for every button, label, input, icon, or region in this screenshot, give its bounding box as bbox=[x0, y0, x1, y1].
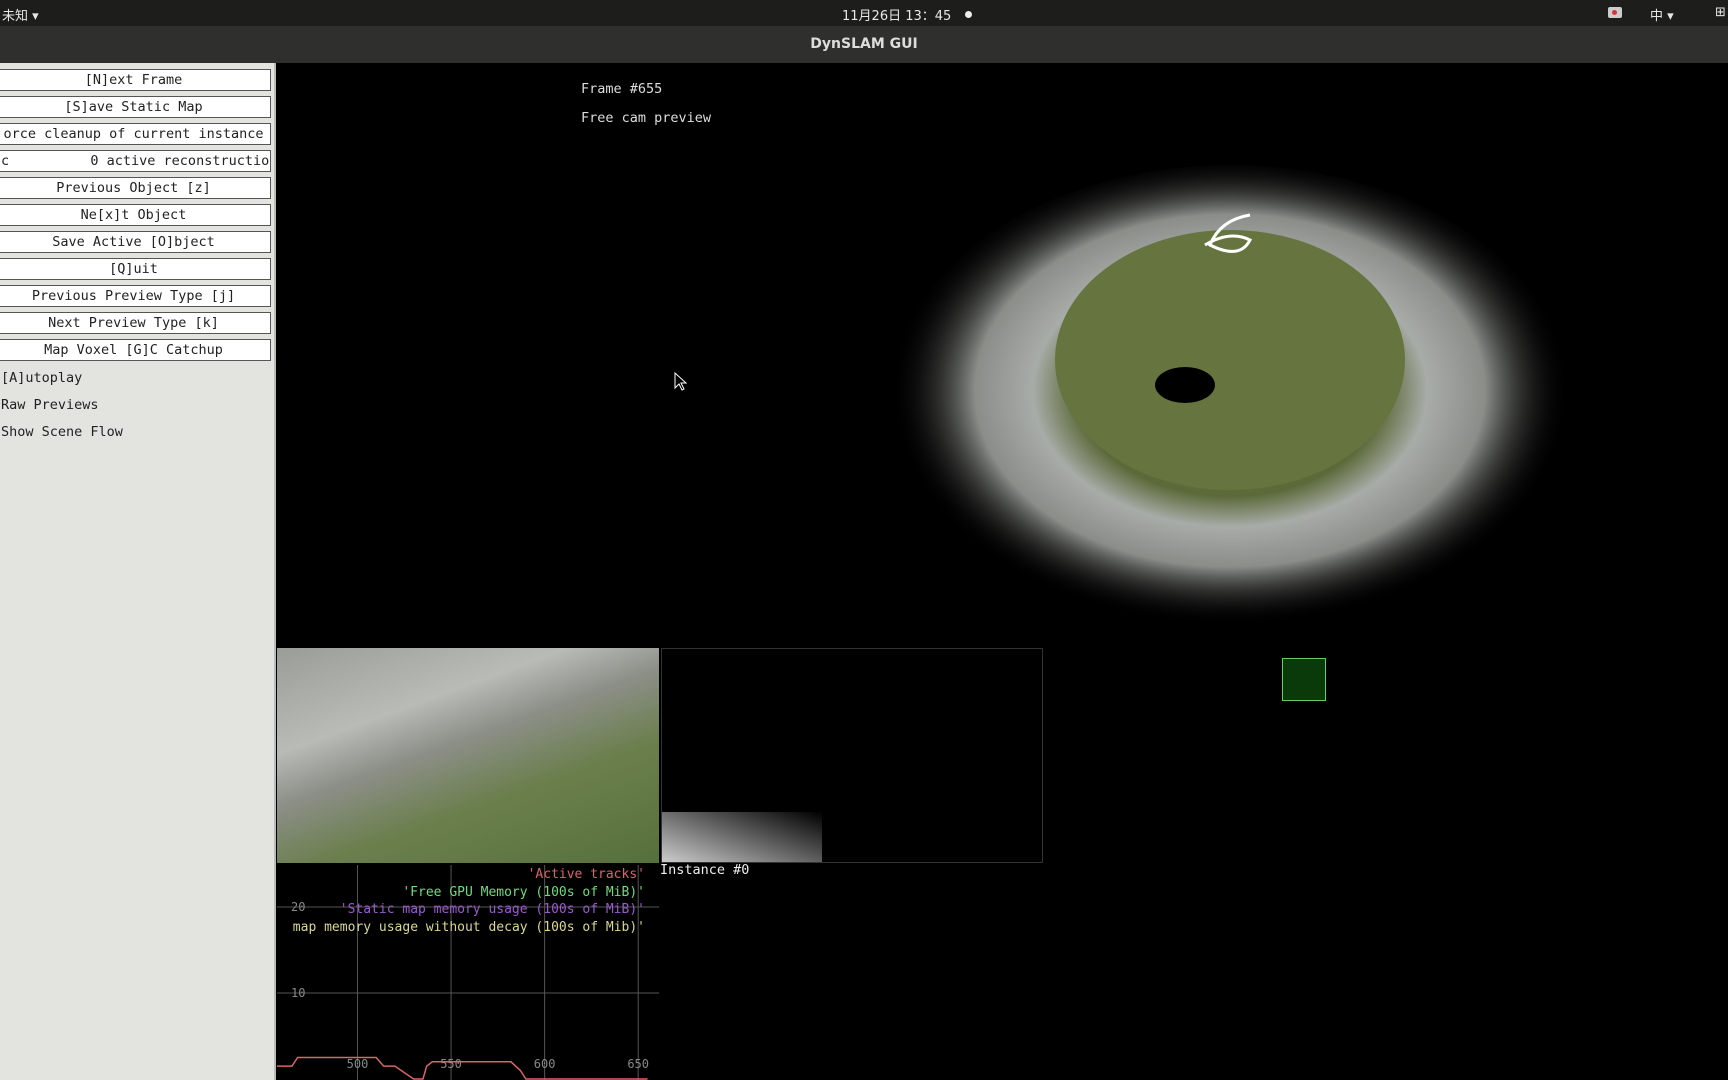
previous-object-button[interactable]: Previous Object [z] bbox=[0, 177, 271, 199]
next-frame-button[interactable]: [N]ext Frame bbox=[0, 69, 271, 91]
x-tick-label: 500 bbox=[347, 1057, 369, 1071]
y-tick-label: 10 bbox=[291, 986, 305, 1000]
previous-preview-type-button[interactable]: Previous Preview Type [j] bbox=[0, 285, 271, 307]
map-voxel-gc-button[interactable]: Map Voxel [G]C Catchup bbox=[0, 339, 271, 361]
instance-preview bbox=[1282, 658, 1326, 701]
x-tick-label: 600 bbox=[534, 1057, 556, 1071]
screen-record-icon[interactable] bbox=[1608, 7, 1622, 18]
legend-static-map: 'Static map memory usage (100s of MiB)' bbox=[339, 902, 645, 917]
mouse-cursor-icon bbox=[674, 372, 688, 391]
frame-number: Frame #655 bbox=[581, 81, 663, 97]
instance-label: Instance #0 bbox=[660, 862, 750, 878]
series-line-active-tracks bbox=[277, 1056, 648, 1080]
depth-preview bbox=[661, 648, 1043, 863]
quit-button[interactable]: [Q]uit bbox=[0, 258, 271, 280]
input-method-menu[interactable]: 中 ▾ bbox=[1650, 5, 1674, 24]
activities-menu[interactable]: 未知 ▾ bbox=[2, 5, 39, 24]
notification-dot-icon bbox=[965, 11, 973, 18]
network-icon[interactable]: ⊞ bbox=[1715, 5, 1726, 20]
legend-no-decay: map memory usage without decay (100s of … bbox=[292, 920, 645, 935]
save-active-object-button[interactable]: Save Active [O]bject bbox=[0, 231, 271, 253]
clock[interactable]: 11月26日 13：45 bbox=[842, 5, 973, 24]
force-cleanup-button[interactable]: orce cleanup of current instance bbox=[0, 123, 271, 145]
rgb-camera-preview bbox=[277, 648, 659, 863]
show-scene-flow-checkbox[interactable]: Show Scene Flow bbox=[1, 424, 123, 440]
memory-plot: 500 550 600 650 10 20 'Active tracks' 'Free G… bbox=[277, 865, 659, 1080]
hole bbox=[1155, 367, 1215, 403]
active-reconstructions-field: c 0 active reconstructions bbox=[0, 150, 271, 172]
next-preview-type-button[interactable]: Next Preview Type [k] bbox=[0, 312, 271, 334]
control-panel: [N]ext Frame [S]ave Static Map orce clea… bbox=[0, 63, 276, 1080]
legend-active-tracks: 'Active tracks' bbox=[527, 867, 645, 882]
preview-mode: Free cam preview bbox=[581, 110, 712, 126]
autoplay-checkbox[interactable]: [A]utoplay bbox=[1, 370, 82, 386]
window-title: DynSLAM GUI bbox=[0, 26, 1728, 63]
depth-region bbox=[662, 812, 822, 862]
legend-free-gpu: 'Free GPU Memory (100s of MiB)' bbox=[402, 885, 645, 900]
x-tick-label: 550 bbox=[440, 1057, 462, 1071]
save-static-map-button[interactable]: [S]ave Static Map bbox=[0, 96, 271, 118]
x-tick-label: 650 bbox=[627, 1057, 649, 1071]
raw-previews-checkbox[interactable]: Raw Previews bbox=[1, 397, 99, 413]
next-object-button[interactable]: Ne[x]t Object bbox=[0, 204, 271, 226]
clock-text: 11月26日 13：45 bbox=[842, 9, 952, 24]
lawn-area bbox=[1055, 230, 1405, 490]
3d-reconstruction-view[interactable] bbox=[880, 160, 1580, 640]
y-tick-label: 20 bbox=[291, 900, 305, 914]
system-top-bar: 未知 ▾ 11月26日 13：45 中 ▾ ⊞ bbox=[0, 0, 1728, 26]
